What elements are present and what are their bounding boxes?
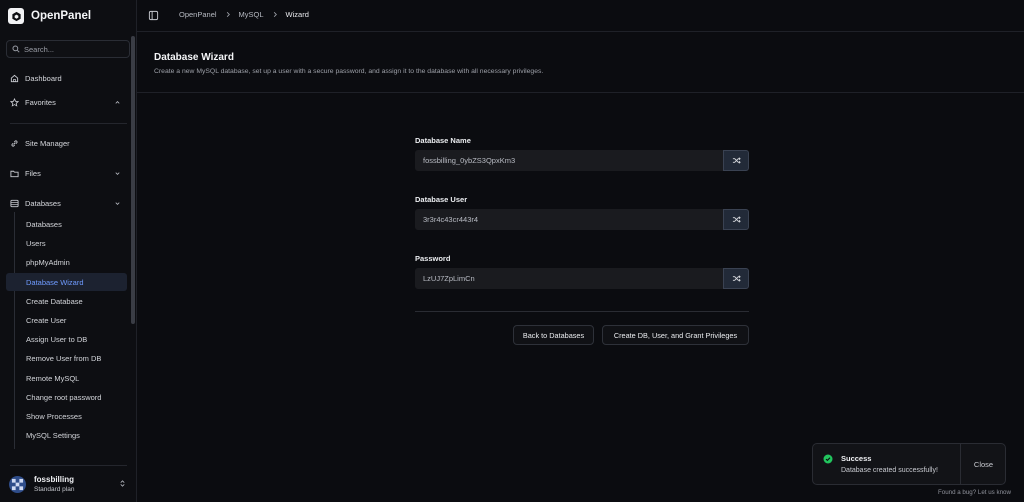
shuffle-icon [732,275,741,282]
avatar [9,475,26,493]
brand[interactable]: OpenPanel [8,7,91,25]
page-header: Database Wizard Create a new MySQL datab… [137,33,1024,93]
openpanel-logo-icon [8,8,24,24]
db-name-field [415,150,749,171]
sidebar-item-label: Favorites [25,98,56,107]
breadcrumb-current: Wizard [285,10,309,19]
home-icon [10,74,19,83]
page-subtitle: Create a new MySQL database, set up a us… [154,68,544,75]
chevrons-up-down-icon [120,480,125,487]
search-icon [12,45,20,53]
sidebar-item-files[interactable]: Files [6,165,127,182]
password-field [415,268,749,289]
sidebar-toggle-icon[interactable] [148,10,159,21]
sidebar-subitem-phpmyadmin[interactable]: phpMyAdmin [6,253,127,271]
star-icon [10,98,19,107]
generate-db-user-button[interactable] [723,209,749,230]
chevron-down-icon [115,202,120,205]
folder-icon [10,170,19,178]
sidebar-subitem-create-database[interactable]: Create Database [6,292,127,310]
sidebar-subitem-mysql-settings[interactable]: MySQL Settings [6,426,127,444]
sidebar-item-site-manager[interactable]: Site Manager [6,135,127,152]
sidebar-divider [10,465,127,466]
sidebar-subitem-assign-user[interactable]: Assign User to DB [6,330,127,348]
chevron-right-icon [273,12,277,17]
generate-db-name-button[interactable] [723,150,749,171]
form-divider [415,311,749,312]
shuffle-icon [732,216,741,223]
user-name: fossbilling [34,474,74,484]
page-title: Database Wizard [154,52,234,63]
sidebar-item-label: Files [25,169,41,178]
check-circle-icon [823,454,833,464]
sidebar-item-label: Databases [25,199,61,208]
brand-name: OpenPanel [31,10,92,22]
sidebar-item-label: Dashboard [25,74,62,83]
breadcrumb-item[interactable]: OpenPanel [179,10,217,19]
toast-close-button[interactable]: Close [961,444,1006,484]
generate-password-button[interactable] [723,268,749,289]
search-input[interactable] [24,44,124,54]
success-toast: Success Database created successfully! C… [812,443,1006,485]
user-menu[interactable]: fossbilling Standard plan [6,471,130,497]
breadcrumb-item[interactable]: MySQL [239,10,264,19]
sidebar-subitem-users[interactable]: Users [6,234,127,252]
back-to-databases-button[interactable]: Back to Databases [513,325,594,345]
sidebar-item-databases[interactable]: Databases [6,195,127,212]
sidebar-item-favorites[interactable]: Favorites [6,94,127,111]
db-name-input[interactable] [415,150,723,171]
chevron-down-icon [115,172,120,175]
password-label: Password [415,254,451,263]
sidebar-subitem-remote-mysql[interactable]: Remote MySQL [6,369,127,387]
create-db-user-grant-button[interactable]: Create DB, User, and Grant Privileges [602,325,749,345]
sidebar: OpenPanel Dashboard Favorites Site Manag… [0,0,137,502]
database-icon [10,199,19,208]
sidebar-divider [10,123,127,124]
sidebar-item-dashboard[interactable]: Dashboard [6,70,127,87]
toast-message: Database created successfully! [841,467,938,474]
password-input[interactable] [415,268,723,289]
sidebar-subitem-remove-user[interactable]: Remove User from DB [6,349,127,367]
toast-title: Success [841,454,872,463]
user-plan: Standard plan [34,485,75,493]
chevron-up-icon [115,101,120,104]
sidebar-subitem-show-processes[interactable]: Show Processes [6,407,127,425]
shuffle-icon [732,157,741,164]
top-bar: OpenPanel MySQL Wizard [137,0,1024,32]
sidebar-search[interactable] [6,40,130,58]
db-user-field [415,209,749,230]
sidebar-subitem-database-wizard[interactable]: Database Wizard [6,273,127,291]
db-name-label: Database Name [415,136,471,145]
sidebar-subitem-create-user[interactable]: Create User [6,311,127,329]
sidebar-subitem-change-root-password[interactable]: Change root password [6,388,127,406]
link-icon [11,140,18,147]
sidebar-item-label: Site Manager [25,139,70,148]
sidebar-subitem-databases[interactable]: Databases [6,215,127,233]
db-user-input[interactable] [415,209,723,230]
report-bug-link[interactable]: Found a bug? Let us know [938,489,1011,496]
chevron-right-icon [226,12,230,17]
sidebar-scrollbar[interactable] [131,36,135,324]
breadcrumb: OpenPanel MySQL Wizard [179,10,309,19]
db-user-label: Database User [415,195,468,204]
